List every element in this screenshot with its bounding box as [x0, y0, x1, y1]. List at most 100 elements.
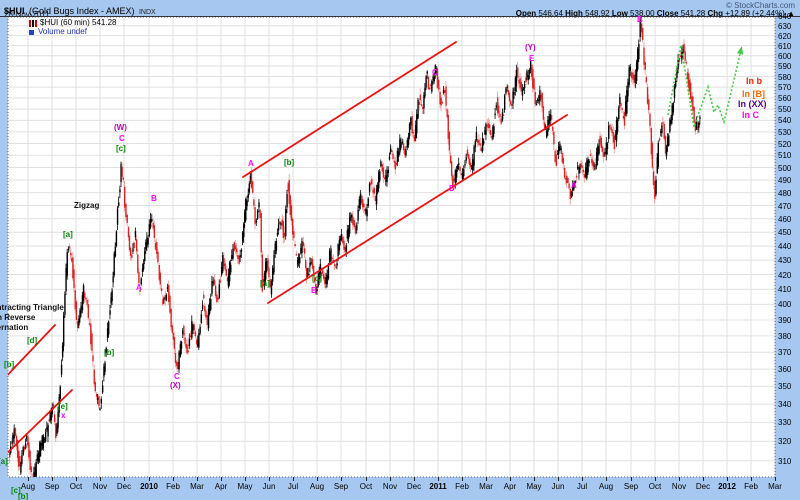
month-tick-label: Jun — [263, 482, 276, 491]
year-tick-label: 2011 — [429, 482, 446, 491]
wave-label: Zigzag — [74, 201, 99, 210]
month-tick — [149, 477, 150, 481]
wave-label: In C — [742, 111, 759, 120]
wave-label: C — [432, 68, 438, 77]
month-tick — [727, 477, 728, 481]
stockcharts-chart-window: $HUI (Gold Bugs Index - AMEX) INDX 28-No… — [0, 0, 800, 500]
price-tick-label: 520 — [778, 140, 791, 149]
month-tick-label: Feb — [166, 482, 180, 491]
month-tick-label: Mar — [479, 482, 493, 491]
wave-label: (W) — [114, 123, 127, 132]
legend-volume-row: Volume undef — [29, 28, 116, 36]
header-divider — [0, 16, 800, 17]
wave-label: [e] — [58, 402, 68, 411]
month-tick — [293, 477, 294, 481]
wave-label: [b] — [104, 348, 114, 357]
price-tick-label: 360 — [778, 365, 791, 374]
legend-price-row: $HUI (60 min) 541.28 — [29, 19, 116, 27]
price-tick-label: 410 — [778, 285, 791, 294]
exchange-tag: INDX — [139, 9, 156, 16]
price-tick-label: 610 — [778, 42, 791, 51]
price-tick-label: 540 — [778, 116, 791, 125]
price-tick-label: 630 — [778, 22, 791, 31]
month-tick — [558, 477, 559, 481]
month-tick — [245, 477, 246, 481]
price-tick-label: 490 — [778, 176, 791, 185]
wave-label: [b] — [4, 360, 14, 369]
month-tick — [679, 477, 680, 481]
wave-label: In b — [746, 77, 762, 86]
wave-label: B — [311, 286, 317, 295]
wave-label: C — [119, 134, 125, 143]
wave-label: [a] — [63, 230, 73, 239]
wave-label: [c] — [312, 274, 322, 283]
wave-label: A — [248, 159, 254, 168]
month-tick-label: Mar — [190, 482, 204, 491]
month-tick — [775, 477, 776, 481]
price-tick-label: 600 — [778, 52, 791, 61]
legend-price-label: $HUI (60 min) 541.28 — [40, 19, 116, 27]
month-tick — [269, 477, 270, 481]
price-tick-label: 470 — [778, 202, 791, 211]
month-tick-label: Aug — [599, 482, 613, 491]
price-tick-label: 450 — [778, 228, 791, 237]
wave-label: E — [529, 54, 534, 63]
month-tick — [76, 477, 77, 481]
month-tick — [366, 477, 367, 481]
month-tick — [631, 477, 632, 481]
price-tick-label: 440 — [778, 242, 791, 251]
wave-label: [b] — [284, 158, 294, 167]
month-tick — [52, 477, 53, 481]
price-tick-label: 420 — [778, 271, 791, 280]
month-tick — [390, 477, 391, 481]
month-tick — [414, 477, 415, 481]
month-tick — [486, 477, 487, 481]
month-tick — [438, 477, 439, 481]
month-tick-label: Dec — [696, 482, 710, 491]
month-tick — [582, 477, 583, 481]
month-tick-label: Jul — [577, 482, 587, 491]
month-tick — [462, 477, 463, 481]
note-line: Contracting Triangle — [0, 303, 64, 313]
wave-label: (Y) — [525, 43, 536, 52]
month-tick — [510, 477, 511, 481]
month-tick — [751, 477, 752, 481]
triangle-annotation-note: Contracting Trianglewith ReverseAlternat… — [0, 303, 64, 333]
wave-label: [a] — [0, 457, 8, 466]
wave-label: A — [571, 181, 577, 190]
month-tick — [221, 477, 222, 481]
month-tick — [655, 477, 656, 481]
month-tick — [28, 477, 29, 481]
month-tick-label: Oct — [649, 482, 661, 491]
month-tick-label: Nov — [672, 482, 686, 491]
volume-icon — [29, 30, 34, 35]
month-tick — [197, 477, 198, 481]
price-chart — [0, 0, 800, 500]
month-tick-label: Aug — [310, 482, 324, 491]
wave-label: B — [637, 15, 643, 24]
month-tick-label: Jul — [288, 482, 298, 491]
price-tick-label: 550 — [778, 105, 791, 114]
month-tick — [606, 477, 607, 481]
price-tick-label: 330 — [778, 418, 791, 427]
month-tick-label: Nov — [93, 482, 107, 491]
wave-label: x — [61, 411, 65, 420]
wave-label: D — [449, 184, 455, 193]
wave-label: A — [136, 283, 142, 292]
price-tick-label: 430 — [778, 256, 791, 265]
price-tick-label: 480 — [778, 189, 791, 198]
price-tick-label: 500 — [778, 164, 791, 173]
wave-label: (X) — [170, 381, 181, 390]
month-tick — [341, 477, 342, 481]
month-tick-label: Apr — [504, 482, 516, 491]
month-tick-label: Sep — [45, 482, 59, 491]
wave-label: [d] — [27, 336, 37, 345]
price-tick-label: 620 — [778, 32, 791, 41]
price-tick-label: 400 — [778, 300, 791, 309]
month-tick-label: Mar — [768, 482, 782, 491]
wave-label: In (XX) — [738, 100, 767, 109]
year-tick-label: 2010 — [140, 482, 158, 491]
month-tick-label: Feb — [455, 482, 469, 491]
note-line: with Reverse — [0, 313, 64, 323]
price-tick-label: 380 — [778, 332, 791, 341]
